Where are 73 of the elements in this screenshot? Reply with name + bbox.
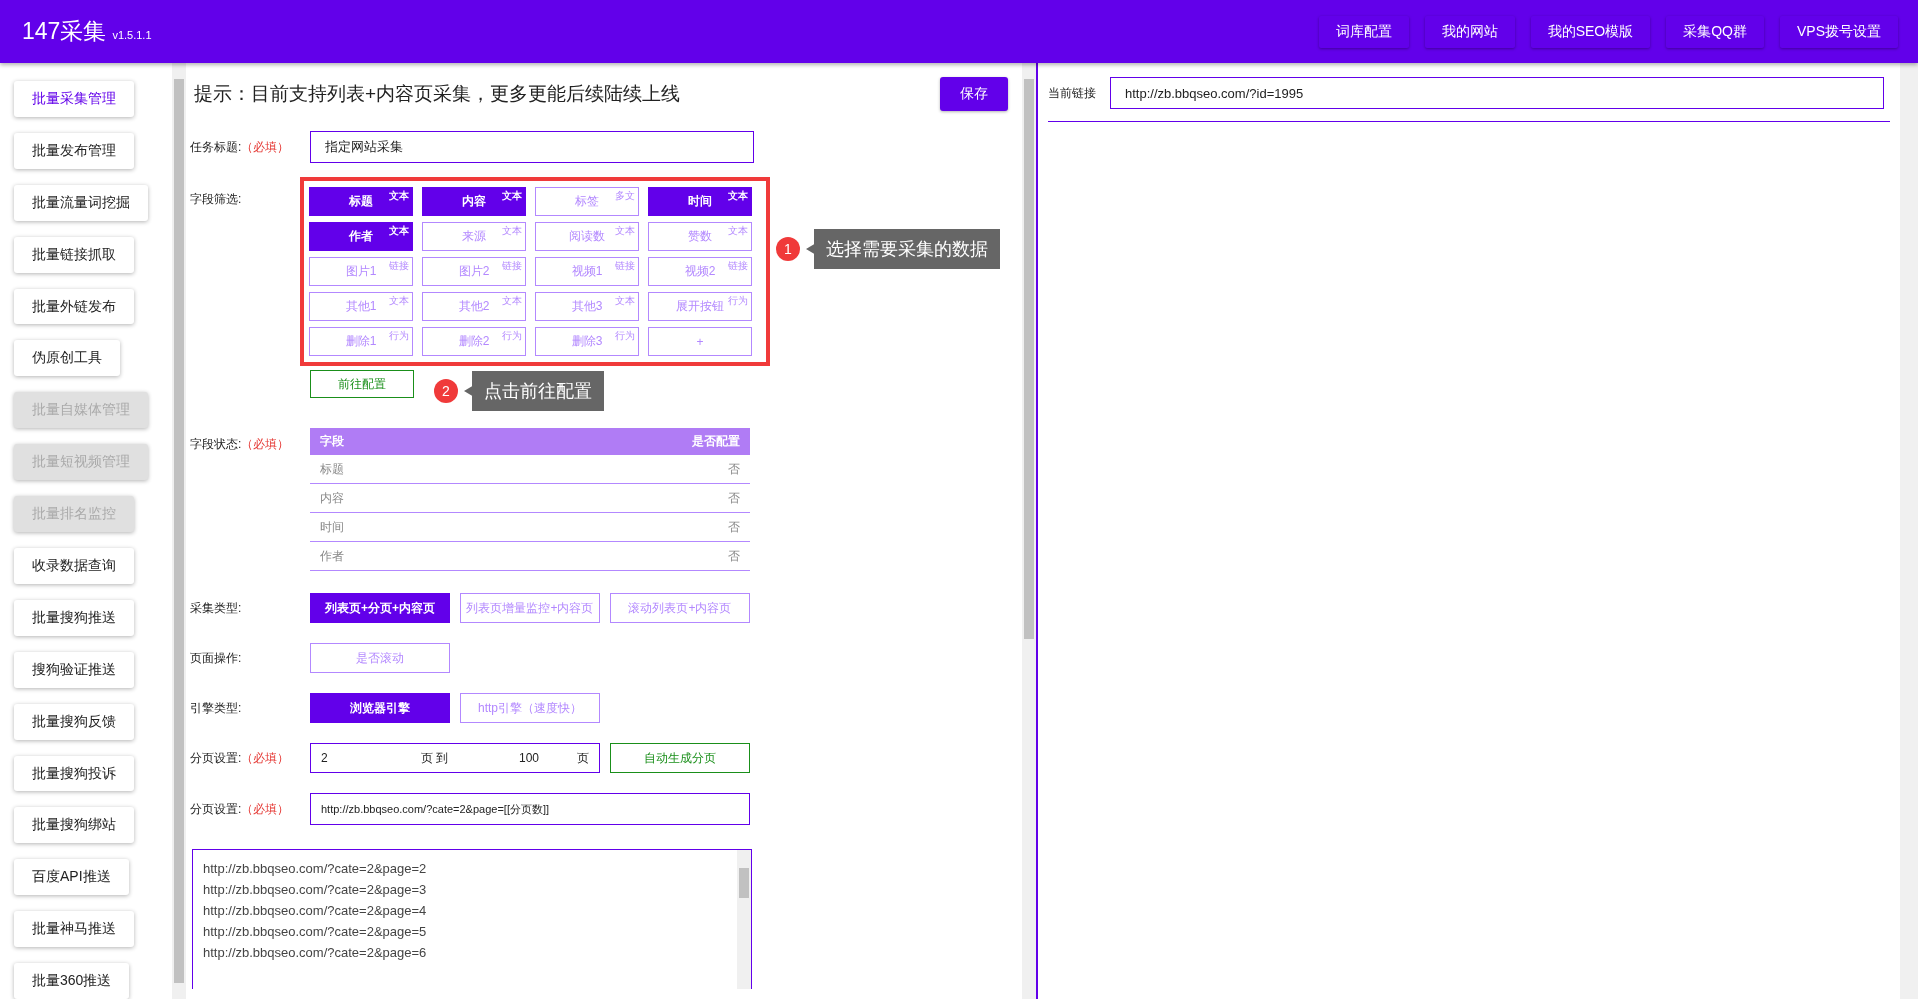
sidebar-item[interactable]: 批量搜狗反馈 xyxy=(14,703,134,740)
field-toggle[interactable]: 标题 文本 xyxy=(309,187,413,216)
scrollbar[interactable] xyxy=(1022,63,1036,999)
current-link-field[interactable]: http://zb.bbqseo.com/?id=1995 xyxy=(1110,77,1884,109)
url-line: http://zb.bbqseo.com/?cate=2&page=3 xyxy=(203,881,428,898)
sidebar-item[interactable]: 批量搜狗投诉 xyxy=(14,755,134,792)
nav-button[interactable]: 采集QQ群 xyxy=(1666,15,1764,48)
sidebar-item[interactable]: 批量采集管理 xyxy=(14,81,134,117)
sidebar-item[interactable]: 批量360推送 xyxy=(14,963,130,999)
url-line: http://zb.bbqseo.com/?cate=2&page=2 xyxy=(203,860,428,877)
unit-label: 页 xyxy=(577,749,589,767)
required-marker: （必填） xyxy=(241,138,290,156)
field-toggle[interactable]: 内容 文本 xyxy=(422,187,526,216)
url-pattern-field[interactable]: http://zb.bbqseo.com/?cate=2&page=[[分页数]] xyxy=(310,793,750,825)
callout-tooltip: 点击前往配置 xyxy=(464,371,604,411)
sidebar-item[interactable]: 搜狗验证推送 xyxy=(14,651,134,688)
sidebar-item[interactable]: 批量外链发布 xyxy=(14,288,134,325)
field-label: 字段筛选: xyxy=(190,191,242,208)
table-header: 字段 是否配置 xyxy=(310,428,750,455)
generate-button[interactable]: 自动生成分页 xyxy=(610,743,750,773)
field-label: 采集类型: xyxy=(190,599,242,617)
nav-button[interactable]: 词库配置 xyxy=(1318,15,1409,48)
hint-text: 提示：目前支持列表+内容页采集，更多更能后续陆续上线 xyxy=(194,82,681,106)
field-label: 当前链接 xyxy=(1048,84,1096,102)
table-cell: 否 xyxy=(728,518,740,536)
field-label: 字段状态: xyxy=(190,436,242,453)
url-line: http://zb.bbqseo.com/?cate=2&page=6 xyxy=(203,944,428,961)
table-cell: 否 xyxy=(728,489,740,507)
nav-button[interactable]: 我的SEO模版 xyxy=(1530,15,1651,48)
url-line: http://zb.bbqseo.com/?cate=2&page=4 xyxy=(203,902,428,919)
table-cell: 否 xyxy=(728,547,740,565)
table-cell: 时间 xyxy=(320,518,344,536)
task-title-field[interactable]: 指定网站采集 xyxy=(310,131,754,163)
sidebar-item[interactable]: 伪原创工具 xyxy=(14,340,120,377)
required-marker: （必填） xyxy=(241,749,290,767)
sidebar-item[interactable]: 批量搜狗推送 xyxy=(14,599,134,636)
scrollbar[interactable] xyxy=(172,63,186,999)
sidebar-item[interactable]: 批量链接抓取 xyxy=(14,236,134,273)
range-label: 页 到 xyxy=(421,749,449,767)
sidebar-item[interactable]: 百度API推送 xyxy=(14,859,129,896)
field-label: 分页设置: xyxy=(190,749,242,767)
sidebar-item[interactable]: 批量流量词挖掘 xyxy=(14,184,148,221)
field-toggle[interactable]: 时间 文本 xyxy=(648,187,752,216)
required-marker: （必填） xyxy=(241,436,290,453)
version-label: v1.5.1.1 xyxy=(112,28,152,41)
scrollbar[interactable] xyxy=(1900,63,1918,999)
table-cell: 作者 xyxy=(320,547,344,565)
step-badge: 1 xyxy=(776,237,800,261)
required-marker: （必填） xyxy=(241,800,290,818)
table-cell: 否 xyxy=(728,460,740,478)
option-button[interactable]: 浏览器引擎 xyxy=(310,693,450,723)
table-cell: 标题 xyxy=(320,460,344,478)
url-line: http://zb.bbqseo.com/?cate=2&page=5 xyxy=(203,923,428,940)
sidebar-item[interactable]: 批量神马推送 xyxy=(14,911,134,948)
nav-button[interactable]: VPS拨号设置 xyxy=(1780,15,1898,48)
sidebar-item[interactable]: 批量搜狗绑站 xyxy=(14,807,134,844)
sidebar-item[interactable]: 批量发布管理 xyxy=(14,132,134,169)
field-toggle[interactable]: 作者 文本 xyxy=(309,222,413,251)
field-label: 分页设置: xyxy=(190,800,242,818)
option-button[interactable]: 列表页+分页+内容页 xyxy=(310,593,450,623)
field-label: 任务标题: xyxy=(190,138,242,156)
sidebar-item[interactable]: 收录数据查询 xyxy=(14,548,134,584)
step-badge: 2 xyxy=(434,379,458,403)
table-cell: 内容 xyxy=(320,489,344,507)
save-button[interactable]: 保存 xyxy=(940,77,1008,111)
scrollbar[interactable] xyxy=(737,850,751,989)
field-label: 页面操作: xyxy=(190,649,242,667)
nav-button[interactable]: 我的网站 xyxy=(1424,15,1515,48)
configure-button[interactable]: 前往配置 xyxy=(310,370,414,398)
field-label: 引擎类型: xyxy=(190,699,242,717)
url-list-field[interactable]: http://zb.bbqseo.com/?cate=2&page=2 http://zb.bbqseo.com/?cate=2&page=3 http://zb.bbqseo.com/?cate=2&page=4 http://zb.bbqseo.com/?cate=2&page=5 http://zb.bbqseo.com/?cate=2&page=6 xyxy=(192,849,752,989)
callout-tooltip: 选择需要采集的数据 xyxy=(806,229,1000,269)
app-title: 147采集 xyxy=(22,17,107,46)
